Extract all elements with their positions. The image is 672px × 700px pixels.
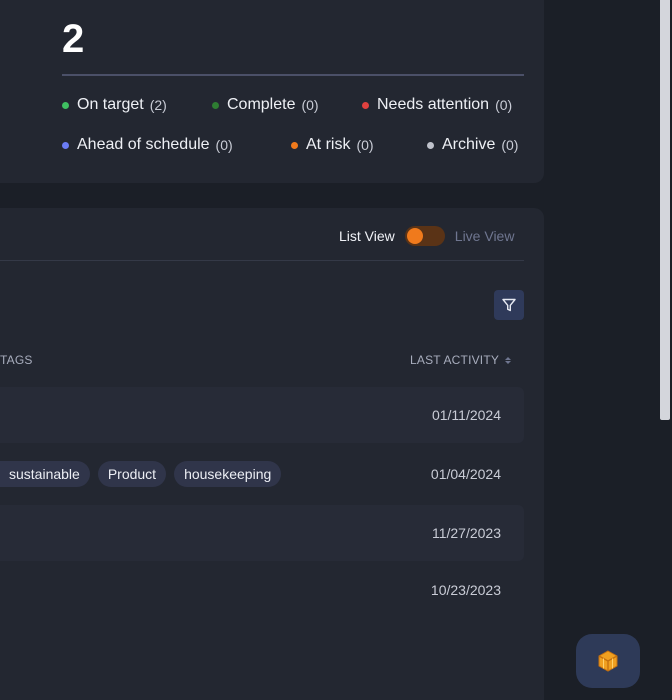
- table-row[interactable]: sustainable Product housekeeping 01/04/2…: [0, 446, 524, 502]
- status-label: Complete: [227, 96, 296, 113]
- status-count: (0): [501, 137, 519, 153]
- status-label: Archive: [442, 136, 496, 153]
- table-row[interactable]: 01/11/2024: [0, 387, 524, 443]
- column-header-tags[interactable]: TAGS: [0, 353, 33, 367]
- status-label: Ahead of schedule: [77, 136, 210, 153]
- status-label: Needs attention: [377, 96, 490, 113]
- view-switch[interactable]: [404, 226, 445, 246]
- tag-chip[interactable]: sustainable: [0, 461, 90, 487]
- scrollbar-thumb[interactable]: [660, 0, 670, 420]
- status-on-target[interactable]: On target (2): [62, 96, 167, 114]
- table-row[interactable]: 10/23/2023: [0, 562, 524, 618]
- status-dot-icon: [62, 141, 69, 149]
- status-label: On target: [77, 96, 144, 113]
- last-activity-date: 01/11/2024: [431, 407, 501, 423]
- status-dot-icon: [427, 141, 434, 149]
- table-row[interactable]: 11/27/2023: [0, 505, 524, 561]
- status-label: At risk: [306, 136, 351, 153]
- status-dot-icon: [291, 141, 298, 149]
- live-view-label[interactable]: Live View: [455, 228, 515, 244]
- status-at-risk[interactable]: At risk (0): [291, 136, 374, 154]
- cube-icon: [598, 650, 618, 672]
- status-count: (0): [215, 137, 233, 153]
- tag-chip[interactable]: housekeeping: [174, 461, 282, 487]
- floating-action-button[interactable]: [576, 634, 640, 688]
- tag-list: sustainable Product housekeeping: [0, 461, 282, 487]
- status-archive[interactable]: Archive (0): [427, 136, 518, 154]
- filter-button[interactable]: [494, 290, 524, 320]
- list-view-label[interactable]: List View: [339, 228, 395, 244]
- status-count: (0): [301, 97, 319, 113]
- status-count: (2): [149, 97, 167, 113]
- last-activity-date: 10/23/2023: [430, 582, 501, 598]
- divider: [0, 260, 524, 261]
- status-needs-attention[interactable]: Needs attention (0): [362, 96, 512, 114]
- last-activity-date: 11/27/2023: [431, 525, 501, 541]
- switch-knob: [406, 228, 423, 244]
- status-dot-icon: [62, 101, 69, 109]
- status-ahead-of-schedule[interactable]: Ahead of schedule (0): [62, 136, 233, 154]
- view-toggle: List View Live View: [339, 226, 514, 246]
- column-header-last-activity[interactable]: LAST ACTIVITY: [410, 353, 512, 367]
- status-dot-icon: [212, 101, 219, 109]
- last-activity-date: 01/04/2024: [430, 466, 501, 482]
- status-dot-icon: [362, 101, 369, 109]
- sort-icon: [505, 356, 512, 364]
- status-count: (0): [356, 137, 374, 153]
- divider: [62, 74, 524, 76]
- status-complete[interactable]: Complete (0): [212, 96, 319, 114]
- total-count: 2: [62, 17, 85, 61]
- column-header-label: LAST ACTIVITY: [410, 353, 500, 367]
- status-count: (0): [495, 97, 513, 113]
- filter-icon: [502, 298, 516, 312]
- tag-chip[interactable]: Product: [97, 461, 167, 487]
- column-header-label: TAGS: [0, 353, 33, 367]
